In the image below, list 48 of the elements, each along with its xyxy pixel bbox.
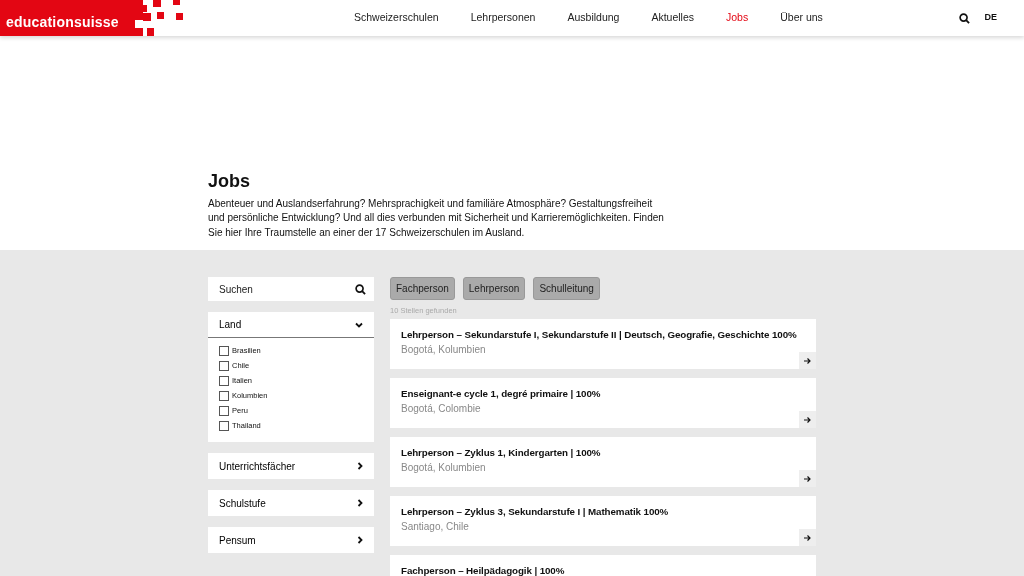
- language-switch[interactable]: DE: [984, 11, 997, 25]
- job-location: Bogotá, Kolumbien: [401, 461, 487, 476]
- job-title: Lehrperson – Zyklus 1, Kindergarten | 100%: [401, 446, 602, 461]
- job-location: Bogotá, Kolumbien: [401, 343, 487, 358]
- logo[interactable]: educationsuisse: [0, 0, 125, 36]
- checkbox[interactable]: [219, 360, 229, 371]
- job-location: Santiago, Chile: [401, 520, 470, 535]
- search-icon[interactable]: [959, 12, 971, 24]
- nav-link[interactable]: Ausbildung: [567, 10, 620, 26]
- chevron-right-icon: [357, 536, 363, 545]
- job-card[interactable]: Lehrperson – Sekundarstufe I, Sekundarstufe II | Deutsch, Geografie, Geschichte 100% Bogotá, Kolumbien: [390, 319, 816, 370]
- arrow-right-icon: [804, 534, 811, 541]
- job-title: Lehrperson – Zyklus 3, Sekundarstufe I | Mathematik 100%: [401, 505, 670, 520]
- checkbox[interactable]: [219, 375, 229, 386]
- category-button[interactable]: Lehrperson: [462, 277, 526, 301]
- nav-link[interactable]: Aktuelles: [651, 10, 695, 26]
- category-button[interactable]: Schulleitung: [533, 277, 600, 301]
- search-box[interactable]: Suchen: [208, 277, 374, 302]
- arrow-right-icon: [804, 416, 811, 423]
- page-title: Jobs: [208, 171, 251, 193]
- nav-link[interactable]: Jobs: [726, 10, 749, 26]
- checkbox[interactable]: [219, 405, 229, 416]
- search-icon[interactable]: [355, 283, 366, 295]
- job-card[interactable]: Lehrperson – Zyklus 1, Kindergarten | 100% Bogotá, Kolumbien: [390, 437, 816, 488]
- checkbox[interactable]: [219, 345, 229, 356]
- arrow-button[interactable]: [799, 470, 816, 488]
- nav-link[interactable]: Lehrpersonen: [470, 10, 536, 26]
- arrow-button[interactable]: [799, 352, 816, 370]
- arrow-right-icon: [804, 357, 811, 364]
- job-title: Enseignant-e cycle 1, degré primaire | 100%: [401, 387, 602, 402]
- intro-text: Abenteuer und Auslandserfahrung? Mehrsprachigkeit und familiäre Atmosphäre? Gestaltungsfreiheit und persönliche Entwicklung? Und all dies verbunden mit Sicherheit und Karrieremöglichkeiten. Finden Sie hier Ihre Traumstelle an einer der 17 Schweizerschulen im Ausland.: [208, 196, 665, 240]
- checkbox[interactable]: [219, 420, 229, 431]
- job-card[interactable]: Enseignant-e cycle 1, degré primaire | 100% Bogotá, Colombie: [390, 378, 816, 429]
- arrow-right-icon: [804, 475, 811, 482]
- job-card[interactable]: Lehrperson – Zyklus 3, Sekundarstufe I | Mathematik 100% Santiago, Chile: [390, 496, 816, 547]
- job-title: Fachperson – Heilpädagogik | 100%: [401, 564, 566, 576]
- nav-link[interactable]: Über uns: [780, 10, 823, 26]
- arrow-button[interactable]: [799, 529, 816, 547]
- job-location: Bogotá, Colombie: [401, 402, 482, 417]
- arrow-button[interactable]: [799, 411, 816, 429]
- job-title: Lehrperson – Sekundarstufe I, Sekundarstufe II | Deutsch, Geografie, Geschichte 100%: [401, 328, 798, 343]
- nav-link[interactable]: Schweizerschulen: [354, 10, 439, 26]
- chevron-down-icon: [355, 321, 363, 328]
- category-button[interactable]: Fachperson: [390, 277, 455, 301]
- job-card[interactable]: Fachperson – Heilpädagogik | 100%: [390, 555, 816, 576]
- chevron-right-icon: [357, 499, 363, 508]
- checkbox[interactable]: [219, 390, 229, 401]
- chevron-right-icon: [357, 462, 363, 471]
